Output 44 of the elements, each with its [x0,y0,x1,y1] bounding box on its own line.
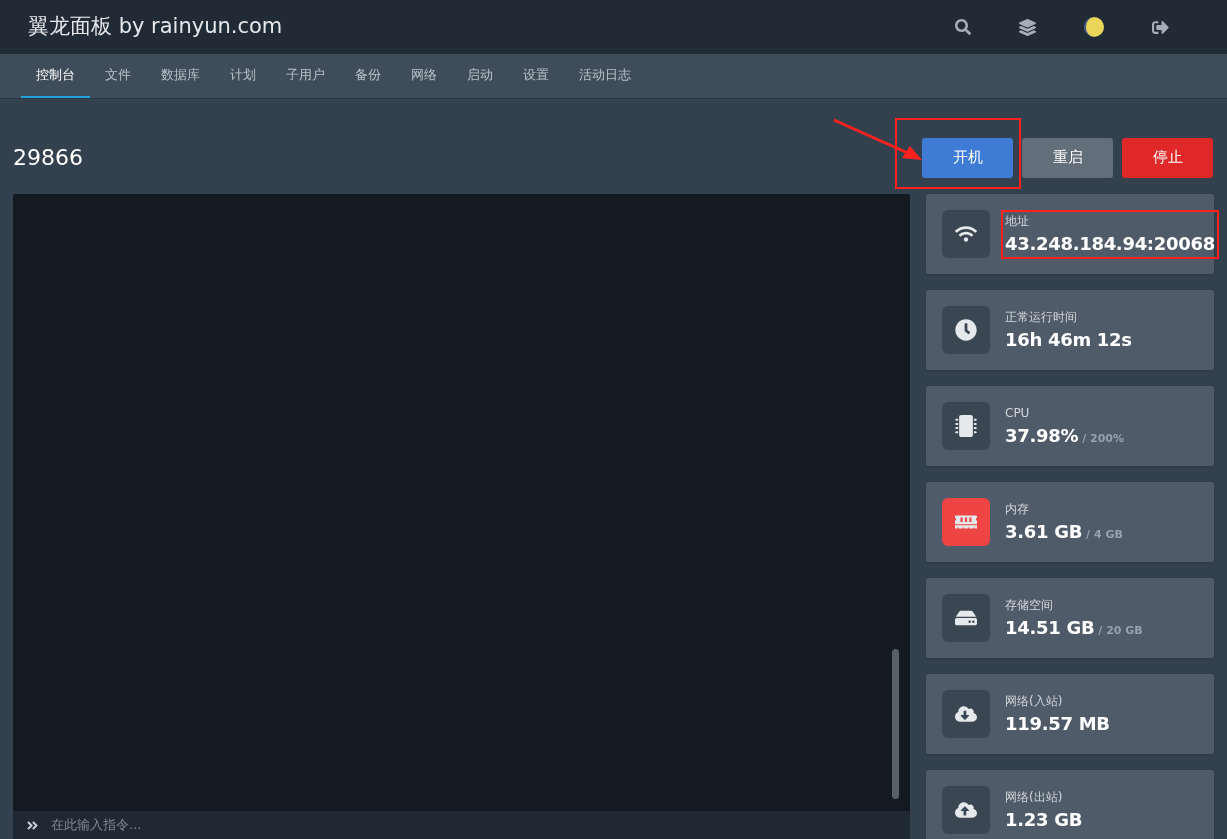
logout-icon[interactable] [1152,18,1169,36]
stat-value: 16h 46m 12s [1005,327,1132,352]
stat-value: 37.98% [1005,423,1079,448]
nav-tab[interactable]: 设置 [508,54,564,98]
stat-label: 网络(出站) [1005,788,1064,806]
command-input[interactable]: 在此输入指令... [51,815,897,835]
nav-tab[interactable]: 控制台 [21,54,90,98]
stat-limit: / 200% [1082,430,1124,447]
stat-value: 119.57 MB [1005,711,1110,736]
app-title: 翼龙面板 by rainyun.com [28,13,283,41]
stat-label: 内存 [1005,500,1030,518]
stat-value: 43.248.184.94:20068 [1005,231,1215,256]
stat-value: 1.23 GB [1005,807,1083,832]
search-icon[interactable] [955,19,971,35]
stat-label: 网络(入站) [1005,692,1064,710]
chip-icon [955,415,977,437]
cloud-download-icon [955,703,977,725]
stat-limit: / 20 GB [1098,622,1143,639]
server-name: 29866 [13,144,83,172]
stat-value: 14.51 GB [1005,615,1095,640]
avatar-icon[interactable] [1084,17,1104,37]
stat-label: 地址 [1005,212,1030,230]
cloud-upload-icon [955,799,977,821]
stat-limit: / 4 GB [1086,526,1123,543]
nav-tab[interactable]: 网络 [396,54,452,98]
nav-tab[interactable]: 文件 [90,54,146,98]
nav-tab[interactable]: 活动日志 [564,54,646,98]
nav-tab[interactable]: 启动 [452,54,508,98]
nav-tab[interactable]: 数据库 [146,54,215,98]
clock-icon [955,319,977,341]
stat-label: 存储空间 [1005,596,1054,614]
stat-label: 正常运行时间 [1005,308,1078,326]
nav-tab[interactable]: 子用户 [271,54,340,98]
nav-tab[interactable]: 计划 [215,54,271,98]
power-button[interactable]: 重启 [1022,137,1113,178]
power-button[interactable]: 停止 [1122,137,1213,178]
stat-label: CPU [1005,404,1031,422]
scrollbar-thumb[interactable] [892,649,899,799]
layers-icon[interactable] [1019,18,1036,36]
power-button[interactable]: 开机 [922,137,1013,178]
stat-value: 3.61 GB [1005,519,1083,544]
prompt-icon [26,818,39,832]
nav-tab[interactable]: 备份 [340,54,396,98]
command-field[interactable]: 在此输入指令... [13,811,910,839]
